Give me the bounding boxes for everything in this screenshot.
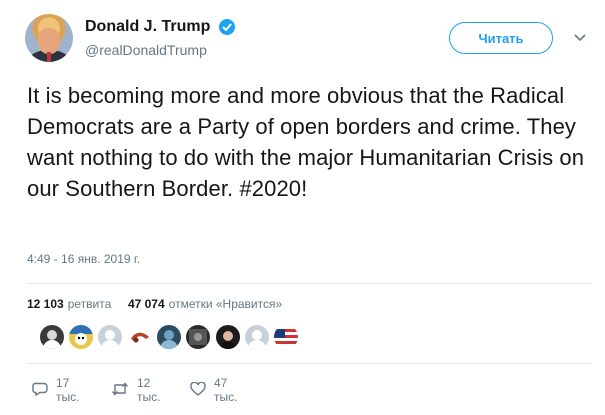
reply-icon bbox=[32, 382, 56, 399]
liker-avatar[interactable] bbox=[157, 325, 181, 349]
user-handle[interactable]: @realDonaldTrump bbox=[85, 42, 235, 58]
likes-label: отметки «Нравится» bbox=[168, 297, 283, 311]
reply-button[interactable]: 17 тыс. bbox=[32, 376, 79, 404]
retweet-count: 12 тыс. bbox=[137, 376, 161, 404]
like-button[interactable]: 47 тыс. bbox=[190, 376, 237, 404]
verified-badge-icon bbox=[218, 19, 235, 35]
likes-count: 47 074 bbox=[127, 297, 165, 311]
user-avatar[interactable] bbox=[25, 14, 73, 62]
like-count: 47 тыс. bbox=[214, 376, 238, 404]
retweet-icon bbox=[111, 381, 137, 399]
liker-avatar[interactable] bbox=[98, 325, 122, 349]
tweet-text: It is becoming more and more obvious tha… bbox=[27, 83, 585, 201]
liker-avatar[interactable] bbox=[274, 325, 298, 349]
liker-avatar[interactable] bbox=[40, 325, 64, 349]
tweet-header: Donald J. Trump @realDonaldTrump Читать bbox=[25, 14, 590, 66]
retweets-label: ретвита bbox=[67, 297, 112, 311]
display-name[interactable]: Donald J. Trump bbox=[85, 18, 210, 36]
retweets-stat[interactable]: 12 103 ретвита bbox=[27, 297, 115, 311]
user-names: Donald J. Trump @realDonaldTrump bbox=[85, 18, 235, 58]
follow-button[interactable]: Читать bbox=[449, 22, 553, 54]
heart-icon bbox=[190, 381, 214, 399]
liker-avatar[interactable] bbox=[69, 325, 93, 349]
liker-avatar[interactable] bbox=[245, 325, 269, 349]
divider bbox=[27, 283, 592, 284]
liker-avatar[interactable] bbox=[186, 325, 210, 349]
retweets-count: 12 103 bbox=[27, 297, 64, 311]
tweet-stats: 12 103 ретвита 47 074 отметки «Нравится» bbox=[27, 297, 282, 311]
tweet-timestamp[interactable]: 4:49 - 16 янв. 2019 г. bbox=[27, 252, 140, 266]
reply-count: 17 тыс. bbox=[56, 376, 80, 404]
divider bbox=[27, 363, 592, 364]
liker-avatar[interactable] bbox=[128, 325, 152, 349]
retweet-button[interactable]: 12 тыс. bbox=[111, 376, 160, 404]
chevron-down-icon[interactable] bbox=[573, 30, 587, 44]
liker-avatar[interactable] bbox=[216, 325, 240, 349]
likes-stat[interactable]: 47 074 отметки «Нравится» bbox=[128, 297, 282, 311]
